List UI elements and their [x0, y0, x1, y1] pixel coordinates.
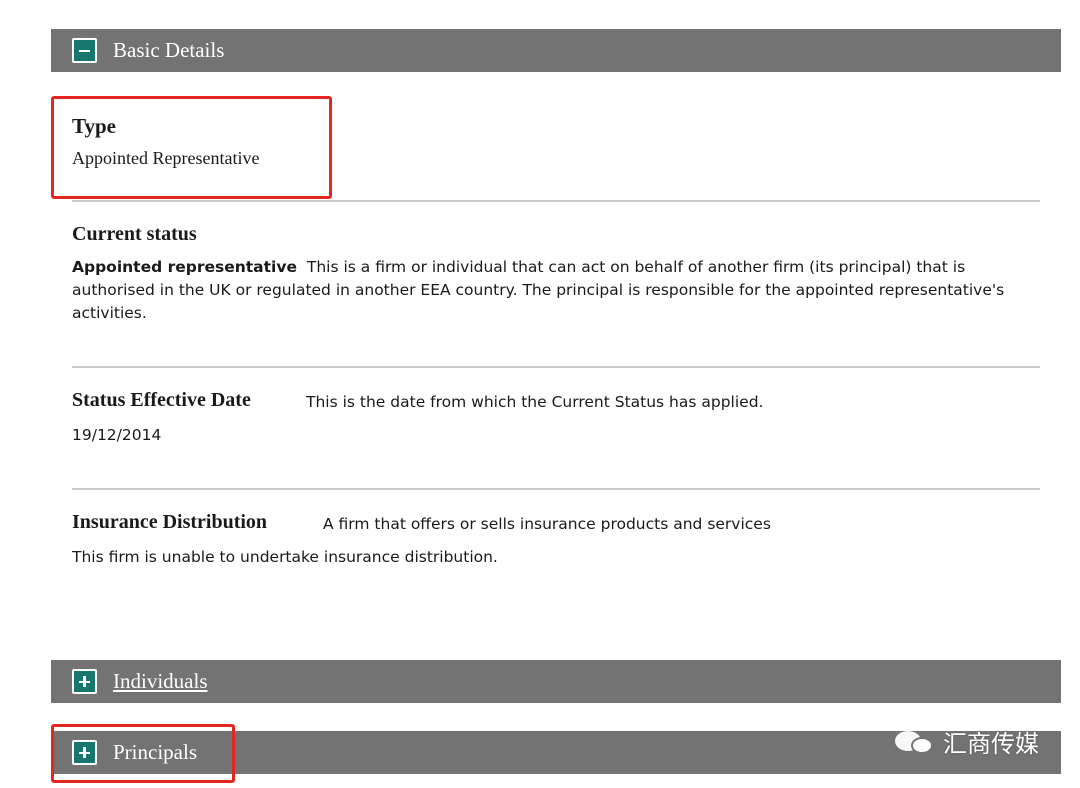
insurance-distribution-help: A firm that offers or sells insurance pr…: [323, 515, 771, 533]
divider: [72, 200, 1040, 202]
wechat-icon: [895, 727, 937, 757]
highlight-box-type: [51, 96, 332, 199]
individuals-link[interactable]: Individuals: [113, 669, 208, 694]
current-status-text: Appointed representative This is a firm …: [72, 256, 1047, 325]
section-header-individuals[interactable]: Individuals: [51, 660, 1061, 703]
status-effective-date-value: 19/12/2014: [72, 426, 162, 444]
watermark: 汇商传媒: [895, 724, 1039, 759]
section-header-basic-details[interactable]: Basic Details: [51, 29, 1061, 72]
watermark-text: 汇商传媒: [943, 730, 1039, 758]
insurance-distribution-value: This firm is unable to undertake insuran…: [72, 548, 498, 566]
section-title: Basic Details: [113, 38, 225, 62]
status-label: Appointed representative: [72, 258, 297, 276]
current-status-heading: Current status: [72, 223, 197, 245]
insurance-distribution-heading: Insurance Distribution: [72, 511, 268, 533]
plus-icon[interactable]: [72, 669, 97, 694]
status-effective-date-heading: Status Effective Date: [72, 389, 251, 411]
minus-icon[interactable]: [72, 38, 97, 63]
divider: [72, 488, 1040, 490]
status-effective-date-help: This is the date from which the Current …: [306, 393, 764, 411]
highlight-box-principals: [51, 724, 235, 783]
divider: [72, 366, 1040, 368]
